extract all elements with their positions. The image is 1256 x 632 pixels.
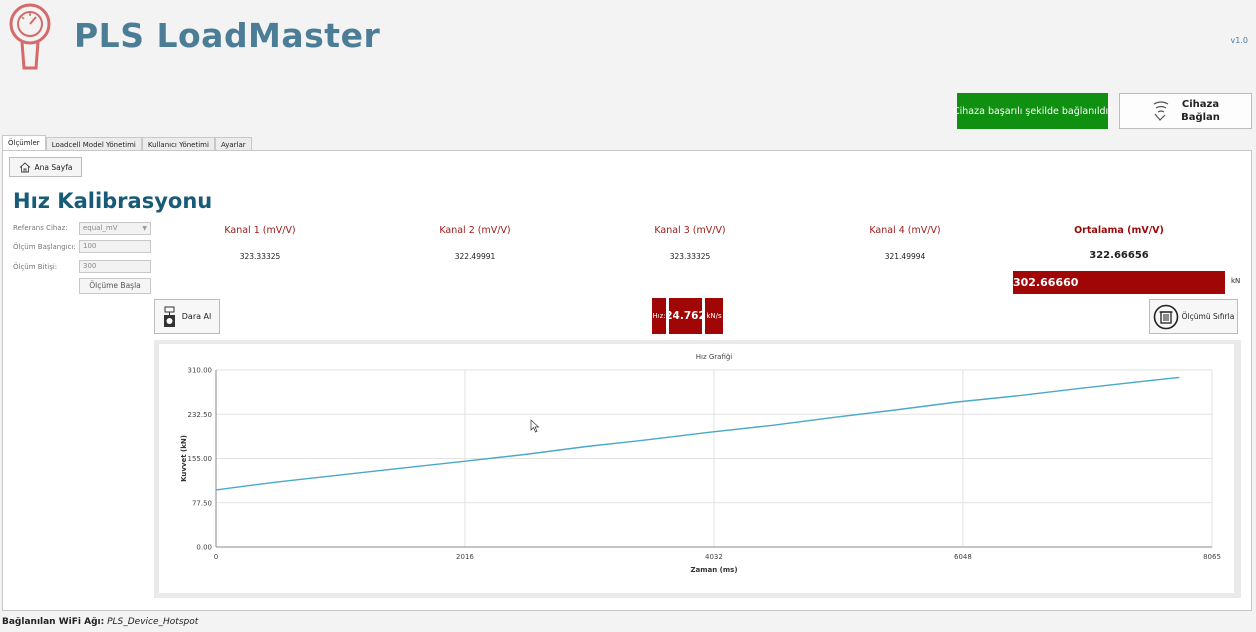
speed-chart: Hız Grafiği 0.00 77.50 155.00 232.50 310.00 0 2…	[180, 353, 1221, 574]
average-value: 322.66656	[1089, 250, 1149, 261]
start-label: Ölçüm Başlangıcı:	[13, 243, 76, 251]
reset-measurement-button[interactable]: Ölçümü Sıfırla	[1149, 299, 1238, 334]
page-title: Hız Kalibrasyonu	[13, 189, 213, 213]
average-label: Ortalama (mV/V)	[1074, 225, 1164, 236]
app-version: v1.0	[1230, 36, 1248, 45]
force-value: 302.66660	[1013, 271, 1225, 294]
chart-panel: Hız Grafiği 0.00 77.50 155.00 232.50 310.00 0 2…	[154, 340, 1241, 598]
channel-4-label: Kanal 4 (mV/V)	[869, 225, 941, 236]
x-tick-label: 0	[214, 553, 218, 561]
series-line	[215, 376, 1180, 491]
speed-display: Hız: 24.762 kN/s	[652, 298, 723, 334]
main-panel: Ana Sayfa Hız Kalibrasyonu Referans Ciha…	[2, 150, 1252, 611]
end-field[interactable]: 300	[79, 260, 151, 273]
tab-bar: Ölçümler Loadcell Model Yönetimi Kullanı…	[2, 135, 252, 151]
tare-button[interactable]: Dara Al	[154, 299, 220, 334]
channel-1-label: Kanal 1 (mV/V)	[224, 225, 296, 236]
tare-button-label: Dara Al	[181, 312, 212, 321]
wifi-label: Bağlanılan WiFi Ağı:	[2, 617, 105, 627]
y-tick-label: 310.00	[188, 367, 213, 375]
wifi-value: PLS_Device_Hotspot	[107, 617, 199, 627]
x-tick-label: 6048	[954, 553, 972, 561]
force-unit: kN	[1231, 277, 1241, 285]
chart-area: Hız Grafiği 0.00 77.50 155.00 232.50 310.00 0 2…	[159, 344, 1234, 593]
reference-device-select[interactable]: equal_mV ▼	[79, 222, 151, 235]
connect-device-button[interactable]: Cihaza Bağlan	[1119, 93, 1252, 129]
channel-2-value: 322.49991	[454, 252, 496, 261]
scale-icon	[163, 306, 175, 327]
trash-icon	[1153, 304, 1178, 329]
wireless-icon	[1153, 101, 1169, 121]
connect-label-line2: Bağlan	[1181, 112, 1220, 123]
channel-3-label: Kanal 3 (mV/V)	[654, 225, 726, 236]
x-axis-label: Zaman (ms)	[690, 566, 737, 574]
home-button-label: Ana Sayfa	[34, 162, 73, 172]
channel-4-value: 321.49994	[884, 252, 926, 261]
reset-button-label: Ölçümü Sıfırla	[1181, 312, 1235, 321]
footer-wifi: Bağlanılan WiFi Ağı: PLS_Device_Hotspot	[2, 617, 198, 627]
tab-user-management[interactable]: Kullanıcı Yönetimi	[141, 137, 215, 151]
gauge-logo-icon	[9, 3, 51, 70]
x-tick-label: 2016	[456, 553, 474, 561]
y-tick-label: 232.50	[188, 411, 213, 419]
mouse-cursor-icon	[530, 419, 540, 433]
connection-status-banner: Cihaza başarılı şekilde bağlanıldı!	[953, 93, 1112, 129]
tab-settings[interactable]: Ayarlar	[214, 137, 252, 151]
tab-loadcell-models[interactable]: Loadcell Model Yönetimi	[45, 137, 142, 151]
speed-value: 24.762	[665, 298, 706, 334]
start-field[interactable]: 100	[79, 240, 151, 253]
y-tick-label: 155.00	[188, 455, 213, 463]
chevron-down-icon: ▼	[142, 225, 147, 232]
y-tick-label: 0.00	[196, 544, 212, 552]
reference-device-label: Referans Cihaz:	[13, 224, 68, 232]
tab-measurements[interactable]: Ölçümler	[2, 135, 46, 151]
reference-device-value: equal_mV	[83, 224, 118, 232]
y-tick-label: 77.50	[192, 499, 212, 507]
chart-title: Hız Grafiği	[696, 353, 733, 361]
home-button[interactable]: Ana Sayfa	[9, 157, 82, 177]
speed-unit: kN/s	[705, 298, 723, 334]
connect-label-line1: Cihaza	[1181, 99, 1220, 110]
start-measurement-button[interactable]: Ölçüme Başla	[79, 278, 151, 294]
channel-2-label: Kanal 2 (mV/V)	[439, 225, 511, 236]
app-title: PLS LoadMaster	[74, 16, 381, 55]
x-tick-label: 8065	[1203, 553, 1221, 561]
home-icon	[19, 161, 30, 172]
x-tick-label: 4032	[705, 553, 723, 561]
channel-1-value: 323.33325	[239, 252, 281, 261]
end-label: Ölçüm Bitişi:	[13, 263, 58, 271]
channel-3-value: 323.33325	[669, 252, 711, 261]
speed-label: Hız:	[652, 298, 666, 334]
y-axis-label: Kuvvet (kN)	[180, 435, 188, 482]
